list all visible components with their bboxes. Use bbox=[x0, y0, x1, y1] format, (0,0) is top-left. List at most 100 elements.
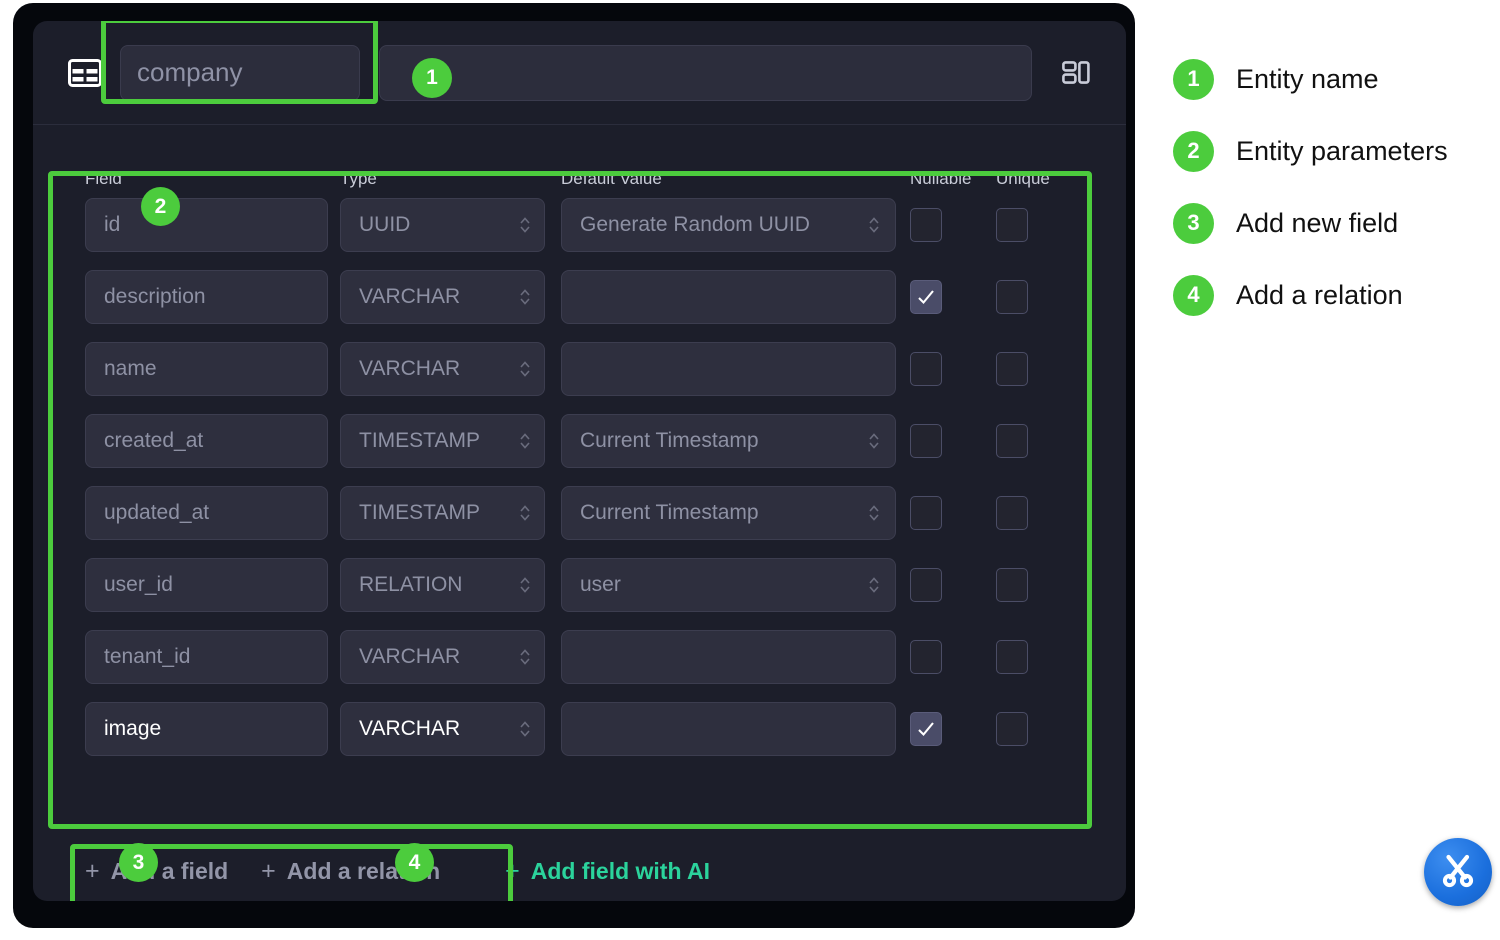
field-type-select[interactable]: RELATION bbox=[340, 558, 545, 612]
field-default-value-input[interactable]: user bbox=[561, 558, 896, 612]
legend-badge: 2 bbox=[1173, 130, 1214, 172]
legend-badge: 1 bbox=[1173, 58, 1214, 100]
field-default-cell bbox=[561, 270, 910, 324]
nullable-checkbox[interactable] bbox=[910, 280, 942, 314]
entity-header-secondary-input[interactable] bbox=[379, 44, 1032, 101]
field-default-value: Generate Random UUID bbox=[580, 213, 810, 236]
legend-item: 1 Entity name bbox=[1173, 43, 1483, 115]
field-name-value: image bbox=[104, 717, 162, 740]
chevron-updown-icon bbox=[520, 361, 530, 377]
field-unique-cell bbox=[996, 424, 1076, 458]
unique-checkbox[interactable] bbox=[996, 640, 1028, 674]
chevron-updown-icon bbox=[520, 289, 530, 305]
field-name-input[interactable]: id bbox=[85, 198, 328, 252]
chevron-updown-icon bbox=[520, 433, 530, 449]
field-nullable-cell bbox=[910, 208, 996, 242]
chevron-updown-icon bbox=[520, 649, 530, 665]
field-name-value: created_at bbox=[104, 429, 204, 452]
field-name-input[interactable]: image bbox=[85, 702, 328, 756]
field-name-value: updated_at bbox=[104, 501, 210, 524]
add-field-with-ai-button[interactable]: + Add field with AI bbox=[505, 858, 710, 885]
field-unique-cell bbox=[996, 640, 1076, 674]
legend-label: Entity parameters bbox=[1236, 135, 1448, 166]
snip-tool-button[interactable] bbox=[1424, 838, 1492, 906]
callout-badge-2: 2 bbox=[141, 187, 180, 226]
field-name-input[interactable]: name bbox=[85, 342, 328, 396]
unique-checkbox[interactable] bbox=[996, 568, 1028, 602]
field-name-input[interactable]: description bbox=[85, 270, 328, 324]
fields-table-region: Field Type Default Value Nullable Unique… bbox=[33, 125, 1126, 829]
unique-checkbox[interactable] bbox=[996, 280, 1028, 314]
field-type-value: RELATION bbox=[359, 573, 463, 596]
unique-checkbox[interactable] bbox=[996, 424, 1028, 458]
field-default-cell bbox=[561, 342, 910, 396]
field-type-select[interactable]: VARCHAR bbox=[340, 270, 545, 324]
callout-badge-4: 4 bbox=[395, 843, 434, 882]
nullable-checkbox[interactable] bbox=[910, 424, 942, 458]
field-type-cell: VARCHAR bbox=[340, 270, 561, 324]
screenshot-root: Field Type Default Value Nullable Unique… bbox=[0, 0, 1500, 940]
unique-checkbox[interactable] bbox=[996, 496, 1028, 530]
layout-grid-icon[interactable] bbox=[1056, 53, 1096, 93]
field-type-select[interactable]: TIMESTAMP bbox=[340, 486, 545, 540]
nullable-checkbox[interactable] bbox=[910, 640, 942, 674]
field-name-input[interactable]: updated_at bbox=[85, 486, 328, 540]
nullable-checkbox[interactable] bbox=[910, 352, 942, 386]
field-name-cell: id bbox=[85, 198, 340, 252]
column-header-type: Type bbox=[340, 169, 377, 188]
field-type-cell: UUID bbox=[340, 198, 561, 252]
field-type-select[interactable]: UUID bbox=[340, 198, 545, 252]
fields-column-headers: Field Type Default Value Nullable Unique bbox=[63, 155, 1096, 189]
unique-checkbox[interactable] bbox=[996, 712, 1028, 746]
entity-name-input[interactable] bbox=[120, 44, 360, 101]
field-nullable-cell bbox=[910, 352, 996, 386]
field-type-select[interactable]: TIMESTAMP bbox=[340, 414, 545, 468]
field-name-value: id bbox=[104, 213, 121, 236]
window-frame: Field Type Default Value Nullable Unique… bbox=[13, 3, 1135, 928]
field-name-cell: created_at bbox=[85, 414, 340, 468]
nullable-checkbox[interactable] bbox=[910, 208, 942, 242]
field-unique-cell bbox=[996, 496, 1076, 530]
field-default-cell bbox=[561, 702, 910, 756]
field-default-cell: Current Timestamp bbox=[561, 486, 910, 540]
plus-icon: + bbox=[261, 856, 276, 885]
field-default-value-input[interactable]: Current Timestamp bbox=[561, 486, 896, 540]
field-row: tenant_id VARCHAR bbox=[85, 621, 1086, 693]
entity-name-wrapper bbox=[101, 21, 378, 104]
field-nullable-cell bbox=[910, 568, 996, 602]
column-header-unique: Unique bbox=[996, 169, 1050, 188]
field-default-value-input[interactable] bbox=[561, 702, 896, 756]
field-default-value-input[interactable] bbox=[561, 342, 896, 396]
field-type-value: TIMESTAMP bbox=[359, 501, 480, 524]
field-name-cell: image bbox=[85, 702, 340, 756]
field-type-select[interactable]: VARCHAR bbox=[340, 702, 545, 756]
nullable-checkbox[interactable] bbox=[910, 568, 942, 602]
unique-checkbox[interactable] bbox=[996, 208, 1028, 242]
legend-item: 4 Add a relation bbox=[1173, 259, 1483, 331]
field-default-value-input[interactable]: Current Timestamp bbox=[561, 414, 896, 468]
legend-label: Add a relation bbox=[1236, 279, 1403, 310]
field-row: image VARCHAR bbox=[85, 693, 1086, 765]
field-type-select[interactable]: VARCHAR bbox=[340, 342, 545, 396]
legend-label: Entity name bbox=[1236, 63, 1379, 94]
checkmark-icon bbox=[918, 290, 934, 305]
field-name-input[interactable]: user_id bbox=[85, 558, 328, 612]
field-default-value: Current Timestamp bbox=[580, 501, 759, 524]
field-default-value-input[interactable]: Generate Random UUID bbox=[561, 198, 896, 252]
field-default-value-input[interactable] bbox=[561, 630, 896, 684]
nullable-checkbox[interactable] bbox=[910, 712, 942, 746]
field-default-value-input[interactable] bbox=[561, 270, 896, 324]
field-rows-list: id UUID Generate Random UUID description VAR… bbox=[63, 189, 1096, 765]
field-name-cell: updated_at bbox=[85, 486, 340, 540]
unique-checkbox[interactable] bbox=[996, 352, 1028, 386]
field-type-select[interactable]: VARCHAR bbox=[340, 630, 545, 684]
field-name-input[interactable]: tenant_id bbox=[85, 630, 328, 684]
field-type-value: TIMESTAMP bbox=[359, 429, 480, 452]
chevron-updown-icon bbox=[869, 217, 879, 233]
column-header-field: Field bbox=[85, 169, 122, 188]
field-name-input[interactable]: created_at bbox=[85, 414, 328, 468]
field-row: user_id RELATION user bbox=[85, 549, 1086, 621]
nullable-checkbox[interactable] bbox=[910, 496, 942, 530]
field-nullable-cell bbox=[910, 640, 996, 674]
field-nullable-cell bbox=[910, 496, 996, 530]
